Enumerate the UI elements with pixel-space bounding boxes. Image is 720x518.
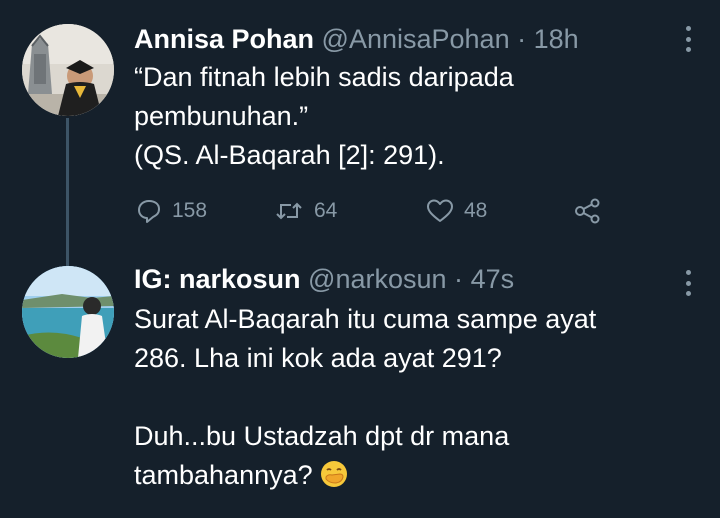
tweet-text-line: “Dan fitnah lebih sadis daripada	[134, 62, 514, 92]
tweet-text: Surat Al-Baqarah itu cuma sampe ayat 286…	[134, 300, 694, 495]
like-button[interactable]: 48	[426, 196, 487, 226]
tweet-text-line: Duh...bu Ustadzah dpt dr mana	[134, 421, 510, 451]
tweet-text-line	[134, 378, 694, 417]
tweet-time[interactable]: 47s	[471, 264, 515, 294]
share-button[interactable]	[574, 196, 602, 226]
avatar[interactable]	[22, 24, 114, 116]
tweet-text-line: pembunuhan.”	[134, 101, 309, 131]
like-icon	[427, 199, 453, 222]
user-handle[interactable]: @AnnisaPohan	[322, 24, 510, 54]
like-count: 48	[464, 199, 488, 222]
tweet-text-line: (QS. Al-Baqarah [2]: 291).	[134, 140, 445, 170]
avatar[interactable]	[22, 266, 114, 358]
tweet-text: “Dan fitnah lebih sadis daripada pembunu…	[134, 58, 694, 175]
tweet-text-line: Surat Al-Baqarah itu cuma sampe ayat	[134, 304, 597, 334]
separator-dot: ·	[517, 24, 527, 54]
share-icon	[575, 198, 600, 224]
tweet-actions: 158 64 48	[136, 196, 616, 226]
avatar-beach-image	[22, 266, 114, 358]
more-icon[interactable]	[684, 26, 692, 52]
separator-dot: ·	[454, 264, 464, 294]
more-icon[interactable]	[684, 270, 692, 296]
avatar-graduate-image	[22, 24, 114, 116]
tweet-header: Annisa Pohan @AnnisaPohan · 18h	[134, 22, 579, 56]
tweet-header: IG: narkosun @narkosun · 47s	[134, 262, 514, 296]
display-name[interactable]: IG: narkosun	[134, 264, 301, 294]
tweet-narkosun[interactable]: IG: narkosun @narkosun · 47s Surat Al-Ba…	[0, 262, 720, 518]
face-with-hand-over-mouth-emoji	[320, 461, 347, 487]
retweet-count: 64	[314, 199, 338, 222]
user-handle[interactable]: @narkosun	[308, 264, 446, 294]
tweet-text-line: tambahannya?	[134, 460, 313, 490]
retweet-icon	[276, 202, 302, 220]
reply-button[interactable]: 158	[136, 196, 207, 226]
tweet-time[interactable]: 18h	[534, 24, 579, 54]
reply-count: 158	[172, 199, 208, 222]
tweet-annisa-pohan[interactable]: Annisa Pohan @AnnisaPohan · 18h “Dan fit…	[0, 18, 720, 248]
tweet-text-line: 286. Lha ini kok ada ayat 291?	[134, 343, 502, 373]
display-name[interactable]: Annisa Pohan	[134, 24, 314, 54]
reply-icon	[138, 200, 160, 223]
retweet-button[interactable]: 64	[274, 196, 337, 226]
tweet-text-line-with-emoji: tambahannya?	[134, 456, 694, 495]
